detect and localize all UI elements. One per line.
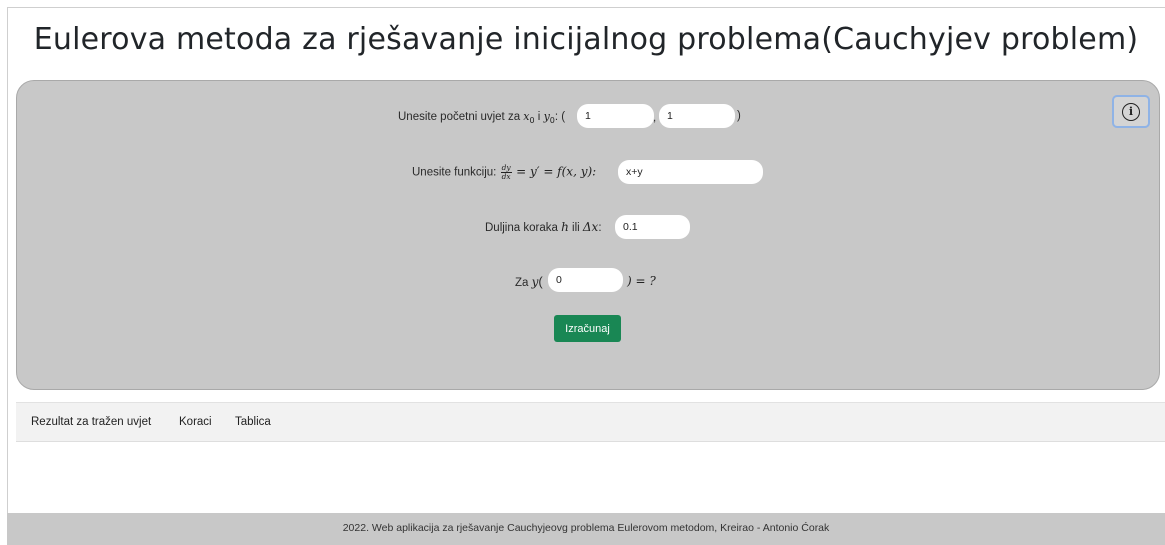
comma-separator: , xyxy=(653,112,657,124)
target-x-input[interactable]: 0 xyxy=(548,268,623,292)
target-suffix: ) = ? xyxy=(627,274,656,288)
function-label: Unesite funkciju: dy dx = y′ = f(x, y): xyxy=(412,163,597,181)
tab-steps[interactable]: Koraci xyxy=(179,416,212,428)
result-tabs: Rezultat za tražen uvjet Koraci Tablica xyxy=(16,402,1165,442)
close-paren: ) xyxy=(737,110,741,122)
info-icon: i xyxy=(1122,102,1140,121)
initial-condition-label: Unesite početni uvjet za x0 i y0: ( xyxy=(398,110,566,125)
step-input[interactable]: 0.1 xyxy=(615,215,690,239)
footer: 2022. Web aplikacija za rješavanje Cauch… xyxy=(7,513,1165,545)
step-label: Duljina koraka h ili Δx: xyxy=(485,220,602,234)
target-label: Za y( xyxy=(515,274,543,289)
info-button[interactable]: i xyxy=(1112,95,1150,128)
x0-input[interactable]: 1 xyxy=(577,104,654,128)
calculate-button[interactable]: Izračunaj xyxy=(554,315,621,342)
tab-table[interactable]: Tablica xyxy=(235,416,271,428)
tab-result[interactable]: Rezultat za tražen uvjet xyxy=(31,416,151,428)
page-title: Eulerova metoda za rješavanje inicijalno… xyxy=(33,22,1139,57)
y0-input[interactable]: 1 xyxy=(659,104,735,128)
function-input[interactable]: x+y xyxy=(618,160,763,184)
